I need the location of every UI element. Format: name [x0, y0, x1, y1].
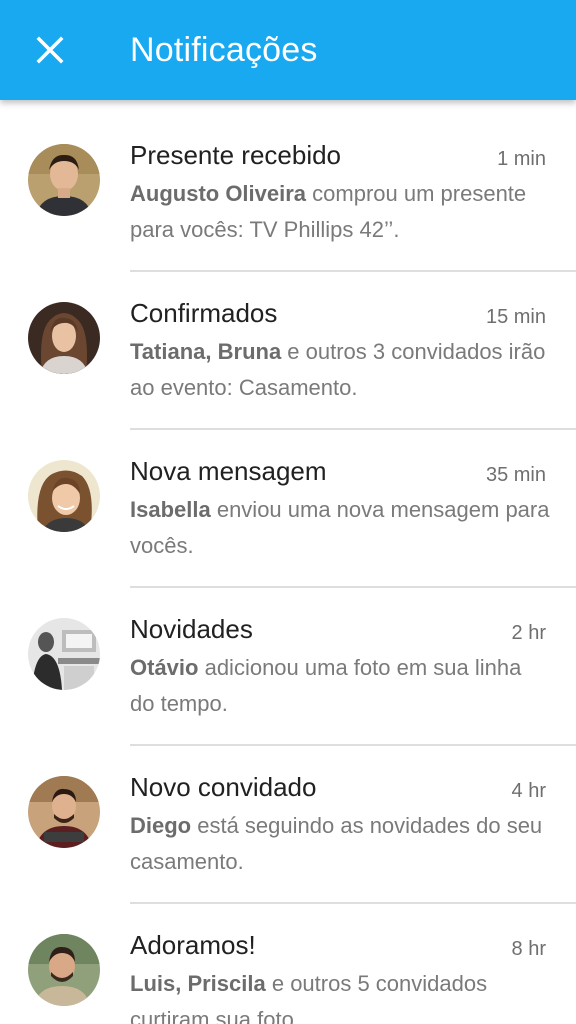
- notification-time: 2 hr: [511, 622, 546, 644]
- notification-item[interactable]: Confirmados 15 min Tatiana, Bruna e outr…: [0, 272, 576, 430]
- notification-time: 4 hr: [511, 780, 546, 802]
- notification-actor: Diego: [130, 813, 192, 838]
- notification-body: Diego está seguindo as novidades do seu …: [130, 808, 550, 880]
- notification-title: Nova mensagem: [130, 456, 327, 486]
- notification-text: está seguindo as novidades do seu casame…: [130, 813, 543, 874]
- notification-time: 8 hr: [511, 938, 546, 960]
- notification-time: 15 min: [485, 306, 546, 328]
- notification-actor: Isabella: [130, 497, 211, 522]
- notification-item[interactable]: Novidades 2 hr Otávio adicionou uma foto…: [0, 588, 576, 746]
- avatar: [28, 934, 100, 1006]
- notification-title: Confirmados: [130, 298, 278, 328]
- avatar: [28, 302, 100, 374]
- notification-item[interactable]: Nova mensagem 35 min Isabella enviou uma…: [0, 430, 576, 588]
- notification-body: Augusto Oliveira comprou um presente par…: [130, 176, 550, 248]
- notification-item[interactable]: Adoramos! 8 hr Luis, Priscila e outros 5…: [0, 904, 576, 1024]
- notification-time: 35 min: [485, 464, 546, 486]
- notification-title: Presente recebido: [130, 140, 342, 170]
- notification-body: Luis, Priscila e outros 5 convidados cur…: [130, 966, 550, 1024]
- notification-title: Adoramos!: [130, 930, 256, 960]
- notification-body: Isabella enviou uma nova mensagem para v…: [130, 492, 550, 564]
- notification-item[interactable]: Presente recebido 1 min Augusto Oliveira…: [0, 114, 576, 272]
- app-bar: Notificações: [0, 0, 576, 100]
- notification-body: Tatiana, Bruna e outros 3 convidados irã…: [130, 334, 550, 406]
- avatar: [28, 460, 100, 532]
- notification-actor: Otávio: [130, 655, 199, 680]
- notifications-screen: Notificações Presente recebido 1 min Aug…: [0, 0, 576, 1024]
- notification-actor: Tatiana, Bruna: [130, 339, 282, 364]
- notification-actor: Augusto Oliveira: [130, 181, 307, 206]
- avatar: [28, 776, 100, 848]
- close-button[interactable]: [22, 22, 78, 78]
- notification-title: Novo convidado: [130, 772, 317, 802]
- notification-item[interactable]: Novo convidado 4 hr Diego está seguindo …: [0, 746, 576, 904]
- close-icon: [36, 36, 64, 64]
- notification-time: 1 min: [497, 148, 546, 170]
- notification-list: Presente recebido 1 min Augusto Oliveira…: [0, 114, 576, 1024]
- avatar: [28, 618, 100, 690]
- page-title: Notificações: [130, 31, 318, 69]
- avatar: [28, 144, 100, 216]
- notification-title: Novidades: [130, 614, 253, 644]
- notification-body: Otávio adicionou uma foto em sua linha d…: [130, 650, 550, 722]
- notification-actor: Luis, Priscila: [130, 971, 266, 996]
